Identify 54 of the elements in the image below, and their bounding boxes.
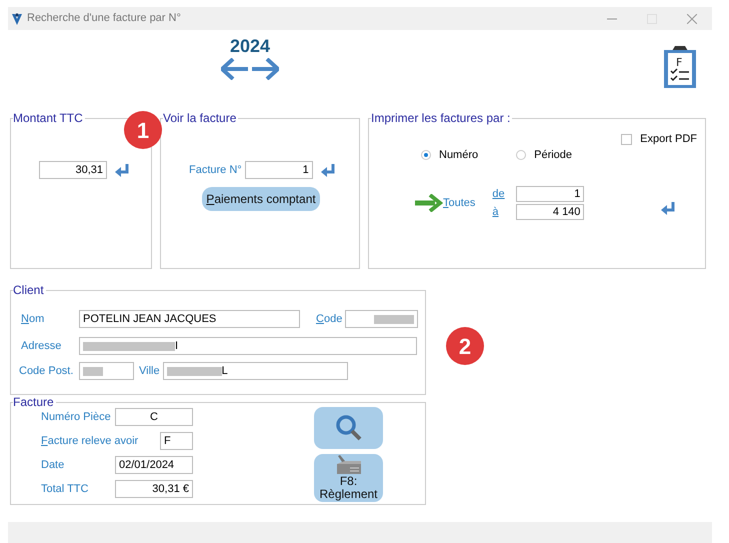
export-pdf-checkbox[interactable]	[621, 134, 632, 145]
payment-button[interactable]: F8: Règlement	[314, 454, 383, 502]
radio-button[interactable]	[421, 150, 431, 160]
text-field[interactable]: 30,31 €	[115, 480, 193, 498]
text-field[interactable]: 02/01/2024	[115, 456, 193, 474]
field-value: I	[175, 338, 178, 354]
text-field[interactable]: L	[162, 362, 348, 380]
group-title: Imprimer les factures par :	[371, 111, 512, 125]
text-field[interactable]: I	[79, 337, 417, 355]
amount-field[interactable]: 30,31	[39, 161, 107, 179]
step-badge: 2	[446, 327, 484, 365]
field-label: Code	[316, 312, 342, 327]
radio-label: Numéro	[439, 148, 478, 163]
radio-button[interactable]	[516, 150, 526, 160]
field-label: Nom	[21, 312, 46, 327]
window-title: Recherche d'une facture par N°	[27, 11, 181, 26]
group-title: Client	[13, 283, 45, 297]
field-label: Total TTC	[41, 482, 90, 497]
range-field[interactable]: 4 140	[516, 204, 584, 220]
group-title: Montant TTC	[13, 111, 84, 125]
field-label: Ville	[139, 364, 160, 379]
field-label: Facture releve avoir	[41, 434, 140, 449]
group-title: Facture	[13, 395, 55, 409]
field-label: Numéro Pièce	[41, 410, 112, 425]
field-label: Facture N°	[189, 162, 242, 178]
field-label: Adresse	[21, 338, 62, 354]
double-arrow-icon[interactable]	[221, 58, 279, 80]
text-field[interactable]: C	[115, 408, 193, 426]
field-value: POTELIN JEAN JACQUES	[83, 312, 216, 327]
range-field[interactable]: 1	[516, 186, 584, 202]
year-label: 2024	[230, 36, 270, 56]
text-field[interactable]: POTELIN JEAN JACQUES	[79, 310, 300, 328]
invoice-number-field[interactable]: 1	[244, 161, 313, 179]
app-icon	[11, 12, 23, 26]
return-icon[interactable]	[660, 200, 676, 216]
field-value: L	[222, 364, 228, 379]
radio-label: Période	[534, 148, 572, 163]
all-link[interactable]: Toutes	[443, 194, 476, 212]
return-icon[interactable]	[320, 162, 336, 178]
search-button[interactable]	[314, 407, 383, 449]
step-badge: 1	[124, 111, 162, 149]
text-field[interactable]: F	[160, 432, 193, 450]
range-label[interactable]: de	[492, 186, 516, 202]
arrow-icon	[415, 194, 443, 212]
group-title: Voir la facture	[163, 111, 238, 125]
text-field[interactable]	[345, 310, 418, 328]
field-label: Date	[41, 458, 66, 473]
return-icon[interactable]	[114, 162, 130, 178]
range-label[interactable]: à	[492, 204, 516, 220]
search-icon	[334, 413, 364, 443]
field-label: Code Post.	[19, 364, 74, 379]
cash-payments-button[interactable]: Paiements comptant	[202, 187, 320, 211]
checkbox-label: Export PDF	[640, 132, 697, 147]
text-field[interactable]	[79, 362, 134, 380]
